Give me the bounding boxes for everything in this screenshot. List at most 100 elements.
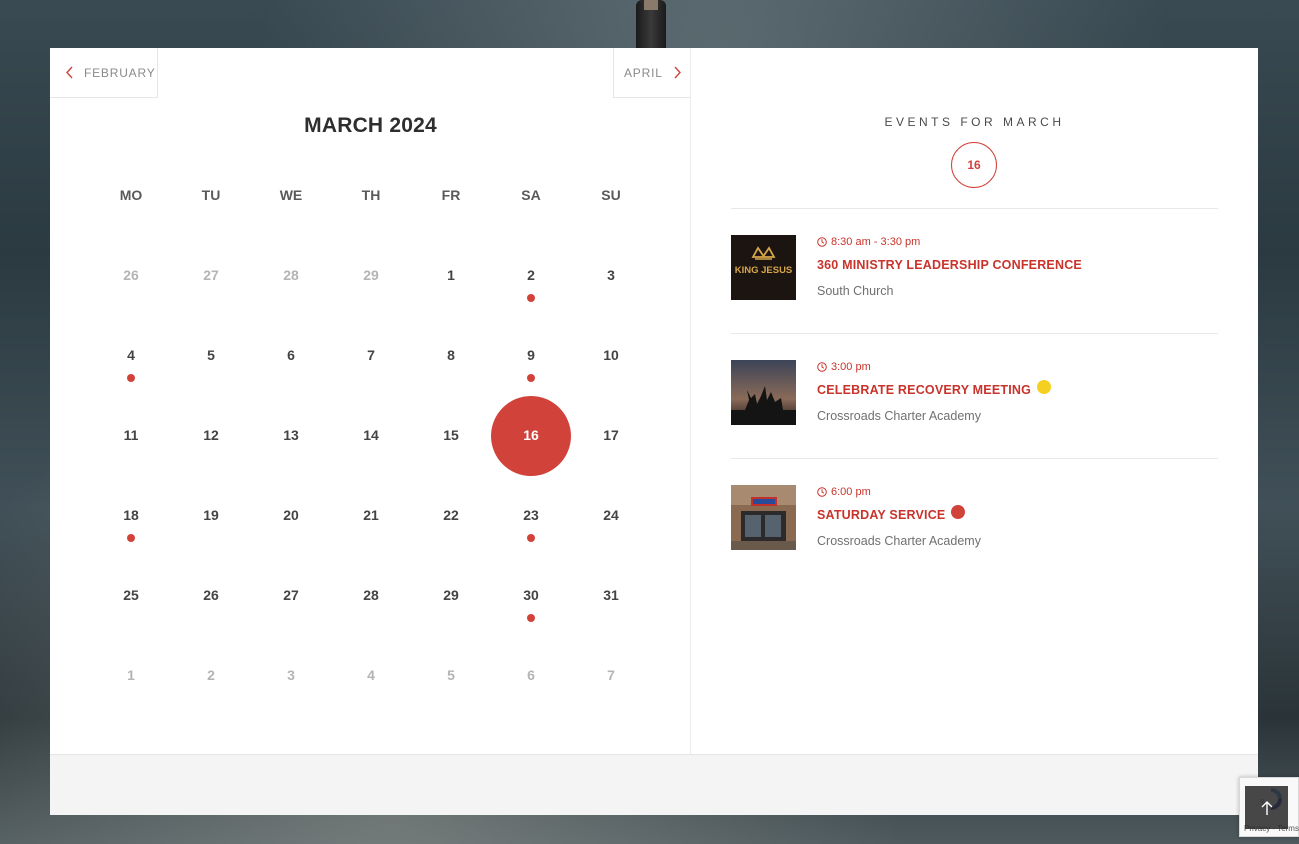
calendar-day[interactable]: 28 [331,556,411,636]
day-number: 6 [287,347,295,363]
calendar-day[interactable]: 12 [171,396,251,476]
calendar-day[interactable]: 3 [571,236,651,316]
chevron-right-icon [671,66,685,80]
day-number: 23 [523,507,539,523]
day-number: 29 [443,587,459,603]
calendar-day[interactable]: 7 [331,316,411,396]
event-time-text: 6:00 pm [831,486,871,498]
calendar-day[interactable]: 18 [91,476,171,556]
calendar-day[interactable]: 1 [91,636,171,716]
calendar-day[interactable]: 7 [571,636,651,716]
event-time-text: 3:00 pm [831,361,871,373]
calendar-day[interactable]: 13 [251,396,331,476]
calendar-day[interactable]: 31 [571,556,651,636]
day-number: 3 [287,667,295,683]
calendar-day[interactable]: 1 [411,236,491,316]
day-number: 8 [447,347,455,363]
calendar-day[interactable]: 26 [171,556,251,636]
day-number: 16 [523,427,539,443]
calendar-day[interactable]: 4 [331,636,411,716]
calendar-day[interactable]: 30 [491,556,571,636]
calendar-day[interactable]: 28 [251,236,331,316]
event-thumbnail[interactable]: KING JESUS [731,235,796,300]
weekday-label: TH [361,187,381,203]
event-venue: Crossroads Charter Academy [817,534,981,548]
calendar-day[interactable]: 15 [411,396,491,476]
day-number: 10 [603,347,619,363]
calendar-day[interactable]: 6 [491,636,571,716]
day-number: 9 [527,347,535,363]
clock-icon [817,362,827,372]
calendar-day[interactable]: 11 [91,396,171,476]
day-number: 7 [367,347,375,363]
calendar-day[interactable]: 23 [491,476,571,556]
calendar-day[interactable]: 5 [171,316,251,396]
month-title: MARCH 2024 [304,114,437,137]
day-number: 12 [203,427,219,443]
calendar-day[interactable]: 29 [411,556,491,636]
weekday-header: MO TU WE TH FR SA SU [91,156,651,236]
event-thumbnail[interactable] [731,360,796,425]
weekday-label: SA [521,187,541,203]
day-number: 13 [283,427,299,443]
day-number: 5 [447,667,455,683]
event-dot [527,294,535,302]
event-title: CELEBRATE RECOVERY MEETING [817,383,1032,397]
day-number: 26 [203,587,219,603]
calendar-day[interactable]: 4 [91,316,171,396]
calendar-day[interactable]: 8 [411,316,491,396]
day-number: 28 [283,267,299,283]
calendar-day[interactable]: 26 [91,236,171,316]
weekday-label: FR [441,187,461,203]
weekday-label: WE [279,187,303,203]
calendar-day[interactable]: 2 [491,236,571,316]
calendar-day[interactable]: 24 [571,476,651,556]
day-number: 2 [527,267,535,283]
calendar-grid: MO TU WE TH FR SA SU 26 27 28 29 1 2 3 4… [91,156,651,716]
event-title-link[interactable]: SATURDAY SERVICE [817,505,966,522]
calendar-day[interactable]: 3 [251,636,331,716]
event-thumbnail[interactable] [731,485,796,550]
event-title-link[interactable]: 360 MINISTRY LEADERSHIP CONFERENCE [817,258,1082,272]
calendar-day[interactable]: 27 [251,556,331,636]
day-number: 1 [127,667,135,683]
event-venue: South Church [817,284,894,298]
calendar-day[interactable]: 17 [571,396,651,476]
calendar-day[interactable]: 27 [171,236,251,316]
day-number: 1 [447,267,455,283]
calendar-day[interactable]: 20 [251,476,331,556]
calendar-day[interactable]: 9 [491,316,571,396]
selected-date-badge: 16 [951,142,997,188]
day-number: 17 [603,427,619,443]
next-month-button[interactable]: APRIL [613,48,690,98]
day-number: 15 [443,427,459,443]
thumbnail-text: KING JESUS [735,265,793,276]
calendar-week: 25 26 27 28 29 30 31 [91,556,651,636]
calendar-day[interactable]: 21 [331,476,411,556]
day-number: 27 [203,267,219,283]
calendar-day[interactable]: 2 [171,636,251,716]
calendar-day-selected[interactable]: 16 [491,396,571,476]
calendar-week: 18 19 20 21 22 23 24 [91,476,651,556]
events-heading: EVENTS FOR MARCH [884,115,1065,129]
calendar-day[interactable]: 22 [411,476,491,556]
event-item: 6:00 pm SATURDAY SERVICE Crossroads Char… [731,459,1218,584]
calendar-day[interactable]: 25 [91,556,171,636]
calendar-day[interactable]: 19 [171,476,251,556]
day-number: 29 [363,267,379,283]
day-number: 7 [607,667,615,683]
event-venue: Crossroads Charter Academy [817,409,981,423]
scroll-to-top-button[interactable] [1245,786,1288,829]
calendar-card: FEBRUARY APRIL MARCH 2024 MO TU WE TH FR… [50,48,1258,815]
day-number: 6 [527,667,535,683]
calendar-day[interactable]: 10 [571,316,651,396]
chevron-left-icon [62,66,76,80]
event-title-link[interactable]: CELEBRATE RECOVERY MEETING [817,380,1052,397]
prev-month-button[interactable]: FEBRUARY [50,48,158,98]
day-number: 27 [283,587,299,603]
calendar-day[interactable]: 6 [251,316,331,396]
calendar-day[interactable]: 14 [331,396,411,476]
calendar-day[interactable]: 5 [411,636,491,716]
calendar-day[interactable]: 29 [331,236,411,316]
day-number: 19 [203,507,219,523]
